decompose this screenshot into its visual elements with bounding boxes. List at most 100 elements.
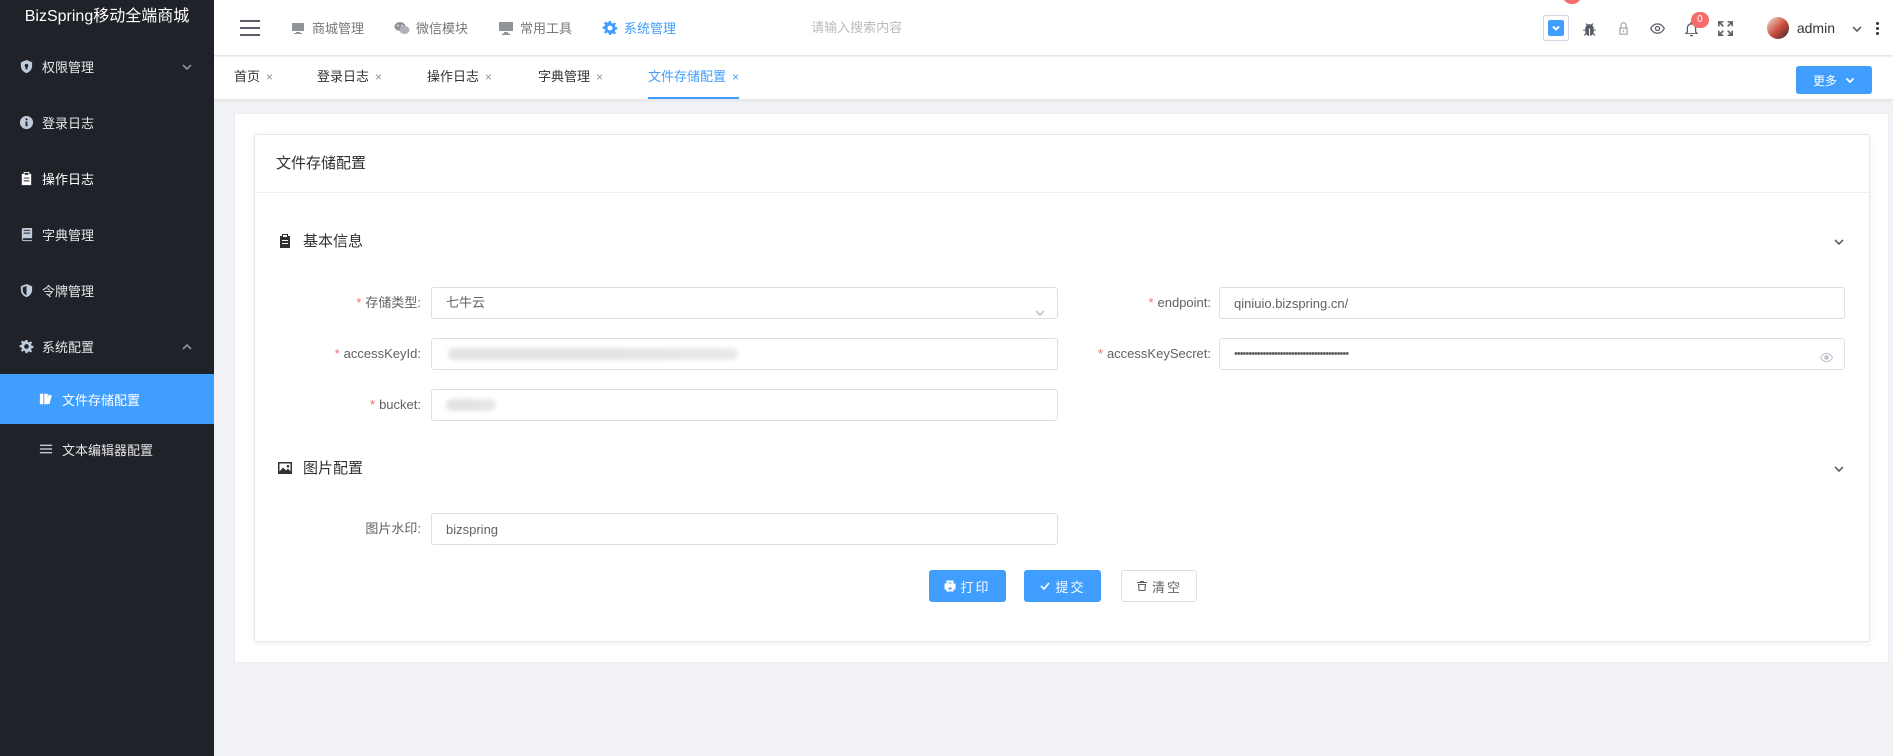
tab-operation-log[interactable]: 操作日志 × — [427, 57, 492, 99]
tab-home[interactable]: 首页 × — [234, 57, 273, 99]
sidebar-item-permissions[interactable]: 权限管理 — [0, 38, 214, 94]
endpoint-input[interactable] — [1219, 287, 1845, 319]
tabs-more-button[interactable]: 更多 — [1796, 66, 1872, 94]
config-card: 文件存储配置 基本信息 *存储类型: 七牛云 *endpoint: *acces… — [254, 134, 1870, 642]
sidebar-item-dictionary[interactable]: 字典管理 — [0, 206, 214, 262]
access-key-secret-label: * accessKeySecret: — [1097, 346, 1211, 361]
top-menu-tools[interactable]: 常用工具 — [498, 18, 572, 37]
close-icon[interactable]: × — [266, 70, 273, 84]
submit-button[interactable]: 提交 — [1024, 570, 1101, 602]
sidebar-subitem-label: 文本编辑器配置 — [62, 442, 154, 458]
sidebar-item-label: 操作日志 — [42, 171, 95, 187]
access-key-secret-input[interactable]: •••••••••••••••••••••••••••••••••••••••• — [1219, 338, 1845, 370]
redacted-value — [446, 399, 496, 411]
close-icon[interactable]: × — [485, 70, 492, 84]
clipboard-icon — [18, 170, 34, 186]
sidebar-item-operation-log[interactable]: 操作日志 — [0, 150, 214, 206]
hamburger-menu-icon[interactable] — [240, 19, 260, 36]
shield-icon — [18, 58, 34, 74]
lock-icon[interactable] — [1607, 0, 1641, 56]
notification-count-badge: 0 — [1690, 12, 1709, 28]
top-menu: 商城管理 微信模块 常用工具 系统管理 — [290, 18, 706, 37]
tab-label: 首页 — [234, 69, 261, 84]
sidebar-item-token[interactable]: 令牌管理 — [0, 262, 214, 318]
top-menu-label: 常用工具 — [520, 21, 573, 36]
chevron-down-icon — [1851, 22, 1863, 34]
access-key-id-label: * accessKeyId: — [334, 346, 421, 361]
section-basic-info: 基本信息 — [277, 230, 363, 251]
more-vertical-icon[interactable] — [1865, 21, 1889, 36]
wechat-icon — [394, 20, 410, 36]
top-menu-label: 微信模块 — [416, 21, 469, 36]
chevron-down-icon — [182, 60, 192, 71]
chevron-down-icon — [1547, 20, 1564, 36]
monitor-icon — [290, 20, 306, 36]
bell-icon[interactable]: 0 — [1675, 0, 1709, 56]
check-icon — [1040, 582, 1051, 591]
sidebar-item-label: 权限管理 — [42, 59, 95, 75]
section-title-text: 基本信息 — [303, 233, 364, 250]
bucket-input[interactable] — [431, 389, 1058, 421]
desktop-icon — [498, 20, 514, 36]
storage-type-value: 七牛云 — [446, 295, 486, 310]
sidebar: BizSpring移动全端商城 权限管理 登录日志 操作日志 字典管理 令牌管理… — [0, 0, 214, 756]
printer-icon — [944, 580, 956, 592]
chevron-down-icon — [1035, 299, 1045, 317]
top-menu-wechat[interactable]: 微信模块 — [394, 18, 468, 37]
print-button[interactable]: 打印 — [929, 570, 1006, 602]
tab-label: 字典管理 — [538, 69, 591, 84]
close-icon[interactable]: × — [732, 70, 739, 84]
tab-dictionary[interactable]: 字典管理 × — [538, 57, 603, 99]
storage-type-select[interactable]: 七牛云 — [431, 287, 1058, 319]
sidebar-item-label: 字典管理 — [42, 227, 95, 243]
sidebar-subitem-label: 文件存储配置 — [62, 392, 141, 408]
watermark-input[interactable] — [431, 513, 1058, 545]
chevron-down-icon — [1845, 77, 1855, 84]
fullscreen-icon[interactable] — [1709, 0, 1743, 56]
print-button-label: 打印 — [960, 579, 991, 595]
header-right: 0 admin — [1542, 0, 1893, 56]
avatar — [1766, 17, 1789, 39]
sidebar-item-label: 登录日志 — [42, 115, 95, 131]
bug-icon[interactable] — [1573, 0, 1607, 56]
tab-file-storage[interactable]: 文件存储配置 × — [648, 57, 740, 99]
redacted-value — [448, 348, 738, 360]
info-icon — [18, 114, 34, 130]
close-icon[interactable]: × — [375, 70, 382, 84]
chevron-down-icon[interactable] — [1833, 462, 1845, 474]
top-header: 商城管理 微信模块 常用工具 系统管理 0 admin — [214, 0, 1893, 56]
sidebar-item-system-config[interactable]: 系统配置 — [0, 318, 214, 374]
search-input[interactable] — [811, 20, 1012, 35]
chevron-down-icon[interactable] — [1833, 235, 1845, 247]
trash-icon — [1136, 581, 1147, 591]
sidebar-subitem-file-storage[interactable]: 文件存储配置 — [0, 374, 214, 424]
access-key-id-input[interactable] — [431, 338, 1058, 370]
tab-label: 文件存储配置 — [648, 69, 727, 84]
top-menu-mall[interactable]: 商城管理 — [290, 18, 364, 37]
sidebar-item-login-log[interactable]: 登录日志 — [0, 94, 214, 150]
tab-login-log[interactable]: 登录日志 × — [317, 57, 382, 99]
top-menu-label: 商城管理 — [312, 21, 365, 36]
eye-icon[interactable] — [1641, 0, 1675, 56]
dropdown-toggle[interactable] — [1542, 15, 1569, 41]
section-image-config: 图片配置 — [277, 457, 363, 478]
clear-button[interactable]: 清空 — [1121, 570, 1197, 602]
close-icon[interactable]: × — [596, 70, 603, 84]
list-icon — [38, 441, 54, 457]
badge-shield-icon — [18, 282, 34, 298]
eye-icon[interactable] — [1819, 347, 1834, 363]
sidebar-subitem-text-editor[interactable]: 文本编辑器配置 — [0, 424, 214, 474]
tabs-bar: 首页 × 登录日志 × 操作日志 × 字典管理 × 文件存储配置 × 更多 — [214, 57, 1893, 100]
image-icon — [277, 460, 293, 476]
files-icon — [38, 391, 54, 407]
top-menu-system[interactable]: 系统管理 — [602, 18, 676, 37]
clear-button-label: 清空 — [1151, 579, 1182, 595]
user-menu[interactable]: admin — [1766, 17, 1863, 39]
gear-icon — [18, 338, 34, 354]
tab-label: 登录日志 — [317, 69, 370, 84]
book-icon — [18, 226, 34, 242]
clipboard-icon — [277, 233, 293, 249]
watermark-label: 图片水印: — [365, 521, 421, 536]
tab-label: 操作日志 — [427, 69, 480, 84]
username: admin — [1796, 20, 1835, 36]
